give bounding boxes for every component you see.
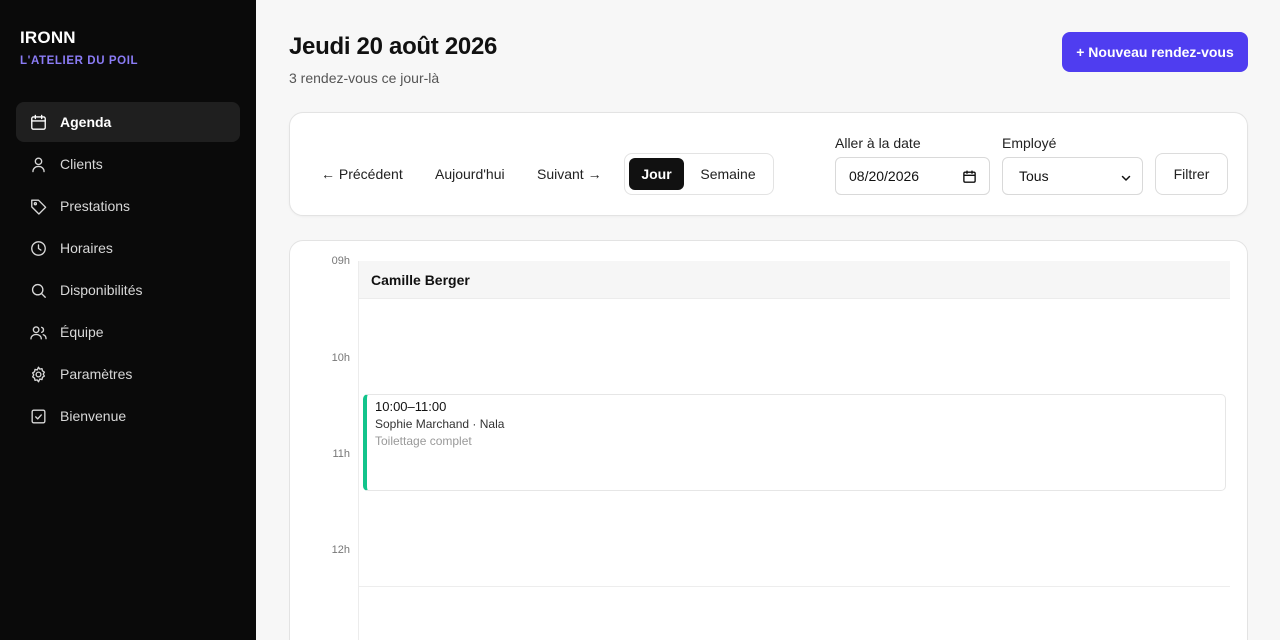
chevron-down-icon	[1120, 171, 1132, 187]
hour-label: 10h	[331, 352, 350, 364]
sidebar-item-label: Horaires	[60, 240, 113, 256]
brand-name: IRONN	[20, 28, 76, 47]
sidebar-item-clients[interactable]: Clients	[16, 144, 240, 184]
sidebar-item-prestations[interactable]: Prestations	[16, 186, 240, 226]
sidebar-item-label: Équipe	[60, 324, 104, 340]
sidebar-item-horaires[interactable]: Horaires	[16, 228, 240, 268]
gear-icon	[28, 364, 48, 384]
sidebar-item-parametres[interactable]: Paramètres	[16, 354, 240, 394]
view-day-button[interactable]: Jour	[629, 158, 684, 190]
sidebar-item-label: Prestations	[60, 198, 131, 214]
appointment-client: Sophie Marchand · Nala	[375, 417, 505, 431]
employee-select-value: Tous	[1019, 168, 1049, 184]
clock-icon	[28, 238, 48, 258]
employee-column: Camille Berger 10:00–11:00 Sophie Marcha…	[358, 261, 1230, 640]
sidebar: IRONN L'ATELIER DU POIL Agenda Clients P…	[0, 0, 256, 640]
employee-column-header: Camille Berger	[359, 261, 1230, 299]
search-icon	[28, 280, 48, 300]
day-calendar: 09h 10h 11h 12h Camille Berger 10:00–11:…	[289, 240, 1248, 640]
calendar-icon	[28, 112, 48, 132]
sidebar-item-label: Paramètres	[60, 366, 133, 382]
new-appointment-button[interactable]: + Nouveau rendez-vous	[1062, 32, 1248, 72]
view-switcher: Jour Semaine	[624, 153, 774, 195]
hour-label: 11h	[332, 448, 350, 460]
sidebar-item-label: Clients	[60, 156, 103, 172]
brand-subtitle: L'ATELIER DU POIL	[20, 55, 139, 67]
calendar-picker-icon[interactable]	[962, 169, 977, 187]
employee-select[interactable]: Tous	[1002, 157, 1143, 195]
sidebar-item-agenda[interactable]: Agenda	[16, 102, 240, 142]
hour-label: 12h	[331, 544, 350, 556]
date-input[interactable]: 08/20/2026	[835, 157, 990, 195]
sidebar-nav: Agenda Clients Prestations Horaires Disp…	[16, 102, 240, 438]
filter-button[interactable]: Filtrer	[1155, 153, 1228, 195]
employee-label: Employé	[1002, 135, 1057, 151]
appointment-card[interactable]: 10:00–11:00 Sophie Marchand · Nala Toile…	[363, 394, 1226, 491]
tag-icon	[28, 196, 48, 216]
previous-button[interactable]: ← Précédent	[321, 166, 403, 182]
hour-label: 09h	[331, 255, 350, 267]
page-subtitle: 3 rendez-vous ce jour-là	[289, 70, 440, 86]
main-content: Jeudi 20 août 2026 3 rendez-vous ce jour…	[256, 0, 1280, 640]
sidebar-item-label: Agenda	[60, 114, 112, 130]
hour-gridline	[359, 586, 1230, 587]
date-label: Aller à la date	[835, 135, 921, 151]
view-week-button[interactable]: Semaine	[687, 158, 769, 190]
sidebar-item-label: Disponibilités	[60, 282, 143, 298]
next-button[interactable]: Suivant →	[537, 166, 602, 182]
sidebar-item-equipe[interactable]: Équipe	[16, 312, 240, 352]
user-icon	[28, 154, 48, 174]
sidebar-item-disponibilites[interactable]: Disponibilités	[16, 270, 240, 310]
users-icon	[28, 322, 48, 342]
brand: IRONN L'ATELIER DU POIL	[20, 28, 138, 67]
check-square-icon	[28, 406, 48, 426]
sidebar-item-bienvenue[interactable]: Bienvenue	[16, 396, 240, 436]
appointment-service: Toilettage complet	[375, 434, 472, 448]
appointment-time: 10:00–11:00	[375, 399, 447, 414]
today-button[interactable]: Aujourd'hui	[435, 166, 505, 182]
date-value: 08/20/2026	[849, 168, 920, 184]
page-title: Jeudi 20 août 2026	[289, 33, 498, 60]
agenda-toolbar: ← Précédent Aujourd'hui Suivant → Jour S…	[289, 112, 1248, 216]
sidebar-item-label: Bienvenue	[60, 408, 127, 424]
